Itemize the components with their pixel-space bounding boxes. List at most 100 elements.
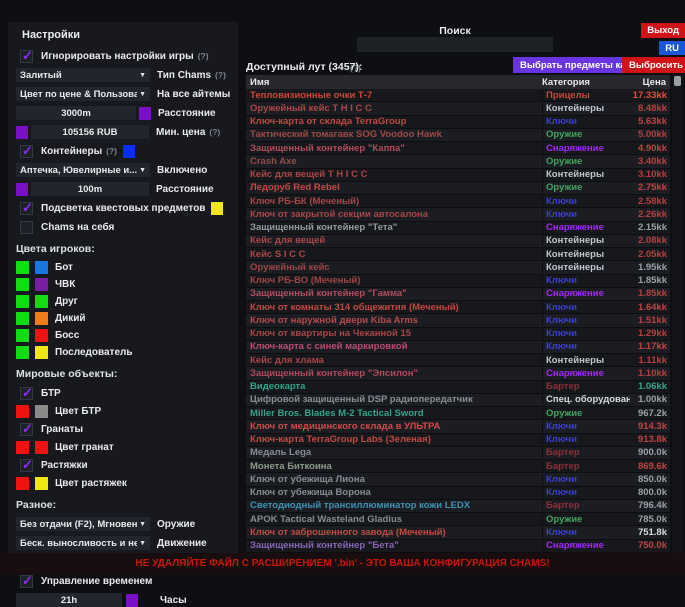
item-price: 5.00kk [630, 129, 669, 140]
grenades-color-label: Цвет гранат [55, 442, 114, 453]
time-control-checkbox[interactable] [20, 575, 33, 588]
item-name: Ключ от убежища Лиона [246, 474, 542, 485]
table-row[interactable]: Ключ-карта от склада TerraGroupКлючи5.63… [246, 116, 670, 129]
table-row[interactable]: Кейс для хламаКонтейнеры1.11kk [246, 354, 670, 367]
chams-type-select[interactable]: Залитый ▼ [16, 68, 150, 82]
table-row[interactable]: Оружейный кейс Т Н I С СКонтейнеры8.48kk [246, 102, 670, 115]
all-items-select[interactable]: Цвет по цене & Пользователь ▼ [16, 87, 150, 101]
table-row[interactable]: Ключ от убежища ЛионаКлючи850.0k [246, 473, 670, 486]
hours-color-swatch[interactable] [126, 594, 138, 607]
help-badge[interactable]: (?) [198, 51, 209, 61]
distance-color-swatch[interactable] [139, 107, 151, 120]
table-row[interactable]: Цифровой защищенный DSP радиопередатчикС… [246, 394, 670, 407]
color-swatch[interactable] [35, 261, 48, 274]
table-row[interactable]: Защищенный контейнер "Каппа"Снаряжение4.… [246, 142, 670, 155]
table-row[interactable]: Защищенный контейнер "Эпсилон"Снаряжение… [246, 367, 670, 380]
color-swatch[interactable] [35, 405, 48, 418]
table-row[interactable]: Ледоруб Red RebelОружие2.75kk [246, 182, 670, 195]
color-swatch[interactable] [35, 441, 48, 454]
color-swatch[interactable] [16, 312, 29, 325]
item-price: 2.75kk [630, 182, 669, 193]
table-row[interactable]: Ключ от медицинского склада в УЛЬТРАКлюч… [246, 420, 670, 433]
distance-input[interactable]: 3000m [16, 106, 136, 120]
color-swatch[interactable] [35, 278, 48, 291]
tripwire-checkbox[interactable] [20, 459, 33, 472]
quest-highlight-color-swatch[interactable] [211, 202, 223, 215]
table-row[interactable]: ВидеокартаБартер1.06kk [246, 381, 670, 394]
item-category: Ключи [542, 527, 630, 538]
color-swatch[interactable] [16, 278, 29, 291]
column-header-name[interactable]: Имя [246, 77, 542, 88]
color-swatch[interactable] [16, 261, 29, 274]
color-swatch[interactable] [16, 477, 29, 490]
item-category: Прицелы [542, 90, 630, 101]
table-row[interactable]: Ключ РБ-ВО (Меченый)Ключи1.85kk [246, 275, 670, 288]
table-row[interactable]: Кейс S I C CКонтейнеры2.05kk [246, 248, 670, 261]
color-swatch[interactable] [35, 346, 48, 359]
help-badge[interactable]: (?) [106, 146, 117, 156]
table-row[interactable]: Ключ от закрытой секции автосалонаКлючи2… [246, 208, 670, 221]
chams-self-checkbox[interactable] [20, 221, 33, 234]
color-swatch[interactable] [35, 477, 48, 490]
help-badge[interactable]: (?) [209, 127, 220, 137]
item-category: Бартер [542, 500, 630, 511]
loot-distance-input[interactable]: 100m [31, 182, 149, 196]
table-row[interactable]: Защищенный контейнер "Бета"Снаряжение750… [246, 540, 670, 553]
table-row[interactable]: Защищенный контейнер "Тета"Снаряжение2.1… [246, 222, 670, 235]
table-row[interactable]: Ключ от заброшенного завода (Меченый)Клю… [246, 526, 670, 539]
btr-checkbox[interactable] [20, 387, 33, 400]
btr-label: БТР [41, 388, 61, 399]
ignore-game-settings-checkbox[interactable] [20, 50, 33, 63]
item-name: Ледоруб Red Rebel [246, 182, 542, 193]
color-swatch[interactable] [16, 441, 29, 454]
language-button[interactable]: RU [659, 41, 685, 55]
table-row[interactable]: Оружейный кейсКонтейнеры1.95kk [246, 261, 670, 274]
table-row[interactable]: Монета БиткоинаБартер869.6k [246, 460, 670, 473]
table-row[interactable]: Кейс для вещейКонтейнеры2.08kk [246, 235, 670, 248]
table-scrollbar[interactable] [672, 75, 683, 553]
item-price: 2.15kk [630, 222, 669, 233]
quest-highlight-checkbox[interactable] [20, 202, 33, 215]
color-swatch[interactable] [16, 346, 29, 359]
grenades-checkbox[interactable] [20, 423, 33, 436]
color-swatch[interactable] [35, 329, 48, 342]
search-input[interactable] [357, 37, 553, 52]
scrollbar-thumb[interactable] [674, 76, 681, 86]
table-row[interactable]: APOK Tactical Wasteland GladiusОружие785… [246, 513, 670, 526]
table-row[interactable]: Ключ-карта с синей маркировкойКлючи1.17k… [246, 341, 670, 354]
column-header-category[interactable]: Категория [542, 77, 630, 88]
column-header-price[interactable]: Цена [630, 77, 670, 88]
table-row[interactable]: Защищенный контейнер "Гамма"Снаряжение1.… [246, 288, 670, 301]
category-filter-select[interactable]: Аптечка, Ювелирные и... ▼ [16, 163, 150, 177]
table-row[interactable]: Кейс для вещей Т Н I С СКонтейнеры3.10kk [246, 169, 670, 182]
table-row[interactable]: Miller Bros. Blades M-2 Tactical SwordОр… [246, 407, 670, 420]
color-swatch[interactable] [16, 295, 29, 308]
table-row[interactable]: Светодиодный трансиллюминатор кожи LEDXБ… [246, 500, 670, 513]
drop-all-button[interactable]: Выбросить все [622, 57, 685, 73]
loot-distance-color-swatch[interactable] [16, 183, 28, 196]
help-badge[interactable]: (?) [215, 70, 226, 80]
containers-color-swatch[interactable] [123, 145, 135, 158]
table-row[interactable]: Ключ-карта TerraGroup Labs (Зеленая)Ключ… [246, 434, 670, 447]
hours-input[interactable]: 21h [16, 593, 122, 607]
min-price-input[interactable]: 105156 RUB [31, 125, 149, 139]
weapon-select[interactable]: Без отдачи (F2), Мгновенное п ▼ [16, 517, 150, 531]
table-row[interactable]: Ключ РБ-БК (Меченый)Ключи2.58kk [246, 195, 670, 208]
color-swatch[interactable] [16, 329, 29, 342]
table-row[interactable]: Ключ от убежища ВоронаКлючи800.0k [246, 487, 670, 500]
color-swatch[interactable] [35, 295, 48, 308]
table-row[interactable]: Тепловизионные очки Т-7Прицелы17.33kk [246, 89, 670, 102]
containers-checkbox[interactable] [20, 145, 33, 158]
table-row[interactable]: Crash AxeОружие3.40kk [246, 155, 670, 168]
help-badge[interactable]: (?) [350, 63, 361, 73]
table-row[interactable]: Ключ от комнаты 314 общежития (Меченый)К… [246, 301, 670, 314]
movement-select[interactable]: Беск. выносливость и нет уста ▼ [16, 536, 150, 550]
exit-button[interactable]: Выход [641, 23, 685, 38]
color-swatch[interactable] [35, 312, 48, 325]
table-row[interactable]: Медаль LegaБартер900.0k [246, 447, 670, 460]
table-row[interactable]: Тактический томагавк SOG Voodoo HawkОруж… [246, 129, 670, 142]
color-swatch[interactable] [16, 405, 29, 418]
min-price-color-swatch[interactable] [16, 126, 28, 139]
table-row[interactable]: Ключ от квартиры на Чеканной 15Ключи1.29… [246, 328, 670, 341]
table-row[interactable]: Ключ от наружной двери Kiba ArmsКлючи1.5… [246, 314, 670, 327]
